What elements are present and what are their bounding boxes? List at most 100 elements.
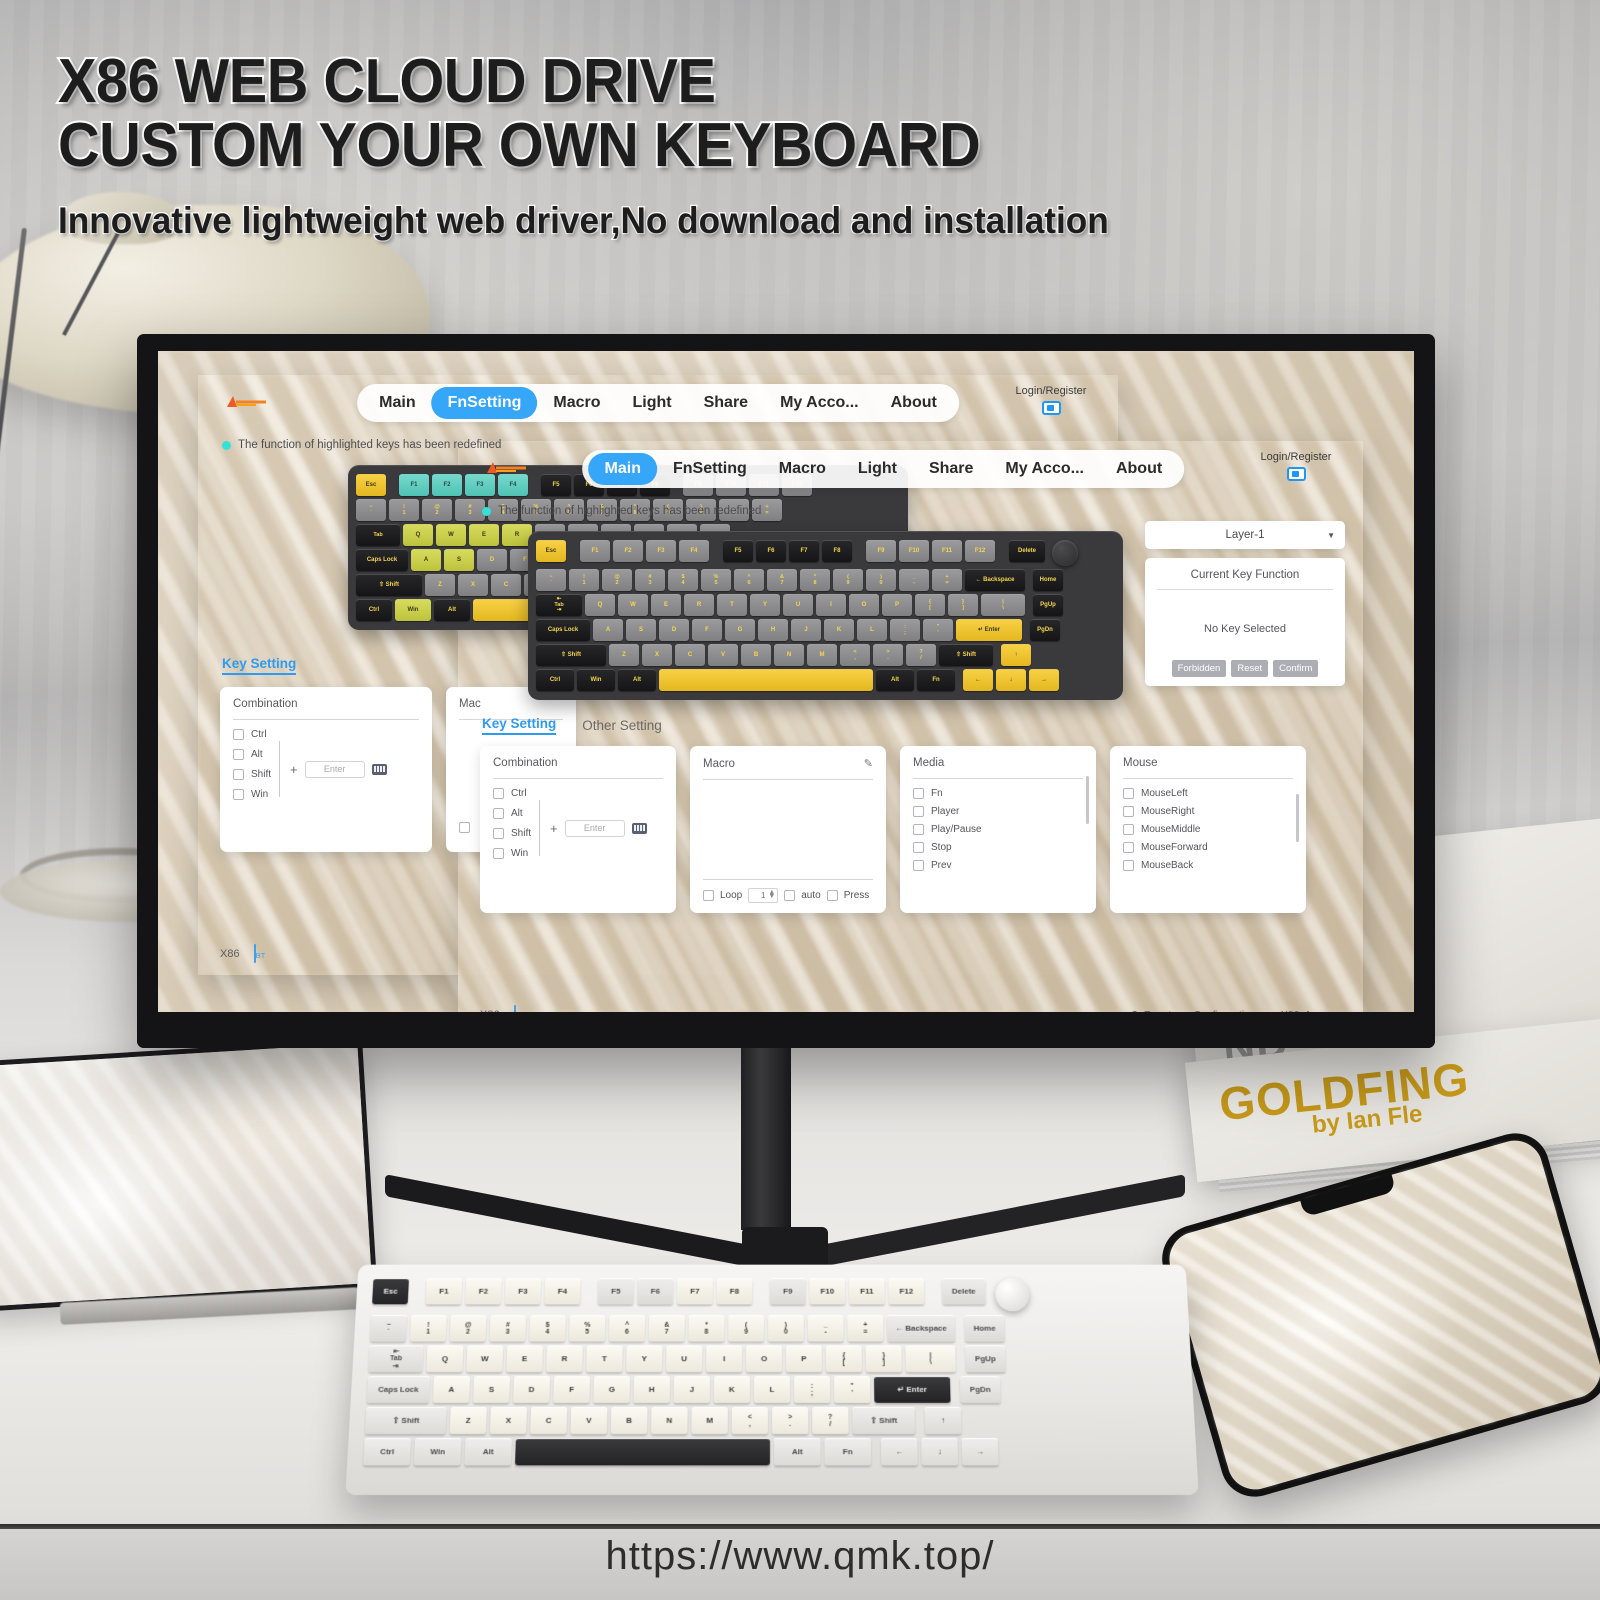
key-4[interactable]: $4 xyxy=(668,569,698,591)
rotary-knob[interactable] xyxy=(1052,540,1078,566)
key-tab[interactable]: Tab xyxy=(356,524,400,546)
back-login-register[interactable]: Login/Register xyxy=(1006,385,1096,415)
key-d[interactable]: D xyxy=(659,619,689,641)
key-6[interactable]: ^ 6 xyxy=(734,569,764,591)
brand-logo-icon[interactable] xyxy=(224,395,270,409)
key-g[interactable]: G xyxy=(725,619,755,641)
key-u[interactable]: U xyxy=(783,594,813,616)
key-e[interactable]: E xyxy=(651,594,681,616)
key-t[interactable]: T xyxy=(717,594,747,616)
key-s[interactable]: S xyxy=(626,619,656,641)
edit-pencil-icon[interactable]: ✎ xyxy=(864,757,873,770)
checkbox-media-prev[interactable]: Prev xyxy=(913,860,1083,871)
key-tilde[interactable]: ~ ` xyxy=(536,569,566,591)
checkbox-icon[interactable] xyxy=(493,848,504,859)
checkbox-mouse-forward[interactable]: MouseForward xyxy=(1123,842,1293,853)
keyboard-icon[interactable] xyxy=(371,763,387,775)
key-period[interactable]: >. xyxy=(873,644,903,666)
front-nav-my-account[interactable]: My Acco... xyxy=(989,453,1100,485)
key-quote[interactable]: " ' xyxy=(923,619,953,641)
checkbox-alt[interactable]: Alt xyxy=(493,808,531,819)
key-9[interactable]: (9 xyxy=(833,569,863,591)
key-shift-right[interactable]: ⇧ Shift xyxy=(939,644,993,666)
key-tab[interactable]: ⇤ Tab ⇥ xyxy=(536,594,582,616)
back-checkbox-win[interactable]: Win xyxy=(233,789,271,800)
mouse-scrollbar[interactable] xyxy=(1296,794,1299,842)
back-nav-macro[interactable]: Macro xyxy=(537,387,616,419)
key-alt-left[interactable]: Alt xyxy=(618,669,656,691)
checkbox-icon[interactable] xyxy=(1123,824,1134,835)
checkbox-icon[interactable] xyxy=(1123,860,1134,871)
key-backslash[interactable]: | \ xyxy=(981,594,1025,616)
back-nav-about[interactable]: About xyxy=(875,387,953,419)
stepper-arrows-icon[interactable]: ▲ ▼ xyxy=(768,889,775,900)
macro-edit-area[interactable] xyxy=(703,789,873,873)
front-virtual-keyboard[interactable]: Esc F1 F2 F3 F4 F5 F6 F7 F8 F9 F10 F11 F… xyxy=(528,531,1123,700)
back-bt-button[interactable]: BT xyxy=(253,944,265,963)
key-o[interactable]: O xyxy=(849,594,879,616)
key-arrow-right[interactable]: → xyxy=(1029,669,1059,691)
key-tilde[interactable]: ~ ` xyxy=(356,499,386,521)
checkbox-mouse-middle[interactable]: MouseMiddle xyxy=(1123,824,1293,835)
key-win[interactable]: Win xyxy=(395,599,431,621)
front-tab-key-setting[interactable]: Key Setting xyxy=(482,716,557,735)
key-delete[interactable]: Delete xyxy=(1009,540,1045,562)
checkbox-icon[interactable] xyxy=(913,806,924,817)
key-a[interactable]: A xyxy=(411,549,441,571)
front-nav-main[interactable]: Main xyxy=(588,453,657,485)
key-v[interactable]: V xyxy=(708,644,738,666)
key-y[interactable]: Y xyxy=(750,594,780,616)
reset-button[interactable]: ⟳ Reset xyxy=(1131,1009,1171,1012)
combination-key-input[interactable]: Enter xyxy=(564,819,625,837)
key-arrow-left[interactable]: ← xyxy=(963,669,993,691)
front-nav-fnsetting[interactable]: FnSetting xyxy=(657,453,763,485)
back-nav-fnsetting[interactable]: FnSetting xyxy=(431,387,538,419)
front-login-register[interactable]: Login/Register xyxy=(1251,451,1341,481)
key-2[interactable]: @2 xyxy=(602,569,632,591)
checkbox-press-icon[interactable] xyxy=(826,890,838,901)
key-1[interactable]: ! 1 xyxy=(569,569,599,591)
configuration-value[interactable]: X86_1 xyxy=(1281,1009,1311,1012)
back-nav-main[interactable]: Main xyxy=(363,387,431,419)
layer-select[interactable]: Layer-1 ▼ xyxy=(1145,521,1345,549)
back-tab-key-setting[interactable]: Key Setting xyxy=(222,656,297,675)
checkbox-mouse-back[interactable]: MouseBack xyxy=(1123,860,1293,871)
key-ctrl-left[interactable]: Ctrl xyxy=(536,669,574,691)
key-arrow-up[interactable]: ↑ xyxy=(1001,644,1031,666)
key-arrow-down[interactable]: ↓ xyxy=(996,669,1026,691)
checkbox-shift[interactable]: Shift xyxy=(493,828,531,839)
key-5[interactable]: % 5 xyxy=(701,569,731,591)
chevron-up-icon[interactable]: ▲ xyxy=(1333,1011,1341,1013)
checkbox-loop-icon[interactable] xyxy=(703,890,714,901)
key-f6[interactable]: F6 xyxy=(756,540,786,562)
key-pgup[interactable]: PgUp xyxy=(1033,594,1063,616)
checkbox-icon[interactable] xyxy=(1123,788,1134,799)
front-nav-about[interactable]: About xyxy=(1100,453,1178,485)
key-a[interactable]: A xyxy=(593,619,623,641)
key-win[interactable]: Win xyxy=(577,669,615,691)
back-nav-share[interactable]: Share xyxy=(688,387,764,419)
key-p[interactable]: P xyxy=(882,594,912,616)
checkbox-icon[interactable] xyxy=(233,729,244,740)
key-f9[interactable]: F9 xyxy=(866,540,896,562)
checkbox-mouse-right[interactable]: MouseRight xyxy=(1123,806,1293,817)
confirm-button[interactable]: Confirm xyxy=(1273,660,1319,677)
key-ctrl-left[interactable]: Ctrl xyxy=(356,599,392,621)
key-equal[interactable]: + = xyxy=(932,569,962,591)
checkbox-media-stop[interactable]: Stop xyxy=(913,842,1083,853)
checkbox-icon[interactable] xyxy=(1123,806,1134,817)
key-f11[interactable]: F11 xyxy=(932,540,962,562)
key-2[interactable]: @2 xyxy=(422,499,452,521)
keyboard-icon[interactable] xyxy=(631,822,647,834)
checkbox-auto-icon[interactable] xyxy=(784,890,796,901)
key-slash[interactable]: ? / xyxy=(906,644,936,666)
key-semicolon[interactable]: :; xyxy=(890,619,920,641)
back-combination-key-input[interactable]: Enter xyxy=(304,760,365,778)
checkbox-icon[interactable] xyxy=(233,789,244,800)
front-nav-share[interactable]: Share xyxy=(913,453,989,485)
checkbox-icon[interactable] xyxy=(233,769,244,780)
key-caps-lock[interactable]: Caps Lock xyxy=(356,549,408,571)
front-nav-light[interactable]: Light xyxy=(842,453,913,485)
key-x[interactable]: X xyxy=(642,644,672,666)
media-scrollbar[interactable] xyxy=(1086,776,1089,824)
